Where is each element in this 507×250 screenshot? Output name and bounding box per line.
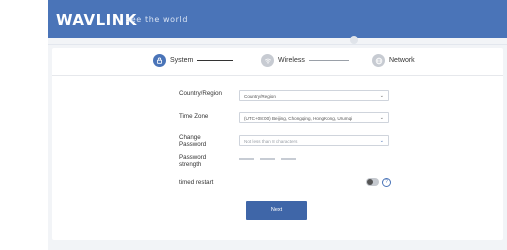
- setup-card: System Wireless Network Country/Region C…: [52, 48, 503, 240]
- timed-restart-toggle[interactable]: [366, 178, 379, 186]
- password-placeholder: Not less than 8 characters: [244, 139, 298, 144]
- timezone-value: (UTC+08:00) Beijing, Chongqing, HongKong…: [244, 116, 353, 121]
- strength-bar-weak: [239, 158, 254, 160]
- step-network[interactable]: Network: [372, 54, 415, 67]
- step-wireless-label: Wireless: [278, 57, 305, 64]
- timezone-label: Time Zone: [179, 113, 209, 120]
- chevron-down-icon: ⌄: [379, 93, 384, 99]
- brand-tagline: see the world: [126, 15, 189, 24]
- background-divider: [48, 44, 507, 45]
- strength-bar-medium: [260, 158, 275, 160]
- brand-logo: WAVLINK: [56, 11, 137, 29]
- app-frame: WAVLINK see the world System Wireless Ne…: [48, 0, 507, 250]
- step-connector: [308, 60, 349, 61]
- lock-icon: [153, 54, 166, 67]
- timed-restart-label: timed restart: [179, 179, 214, 186]
- card-divider: [52, 75, 503, 76]
- password-input[interactable]: Not less than 8 characters ⌄: [239, 135, 389, 146]
- step-connector: [197, 60, 234, 61]
- step-system-label: System: [170, 57, 194, 64]
- country-select[interactable]: Country/Region ⌄: [239, 90, 389, 101]
- strength-bar-strong: [281, 158, 296, 160]
- globe-icon: [372, 54, 385, 67]
- step-wireless[interactable]: Wireless: [261, 54, 349, 67]
- chevron-down-icon: ⌄: [379, 115, 384, 121]
- password-label: Change Password: [179, 134, 206, 148]
- top-header: WAVLINK see the world: [48, 0, 507, 38]
- next-button[interactable]: Next: [246, 201, 307, 220]
- toggle-knob: [367, 179, 373, 185]
- help-icon[interactable]: ?: [382, 178, 391, 187]
- eye-icon[interactable]: ⌄: [380, 136, 384, 147]
- timezone-select[interactable]: (UTC+08:00) Beijing, Chongqing, HongKong…: [239, 112, 389, 123]
- password-label-line2: Password: [179, 141, 207, 148]
- background-dot: [350, 36, 358, 44]
- strength-label: Password strength: [179, 154, 206, 168]
- wizard-steps: System Wireless Network: [52, 48, 503, 72]
- password-label-line1: Change: [179, 134, 201, 141]
- country-value: Country/Region: [244, 94, 276, 99]
- step-system[interactable]: System: [153, 54, 234, 67]
- step-network-label: Network: [389, 57, 415, 64]
- strength-label-line2: strength: [179, 161, 202, 168]
- wifi-icon: [261, 54, 274, 67]
- strength-label-line1: Password: [179, 154, 207, 161]
- country-label: Country/Region: [179, 90, 222, 97]
